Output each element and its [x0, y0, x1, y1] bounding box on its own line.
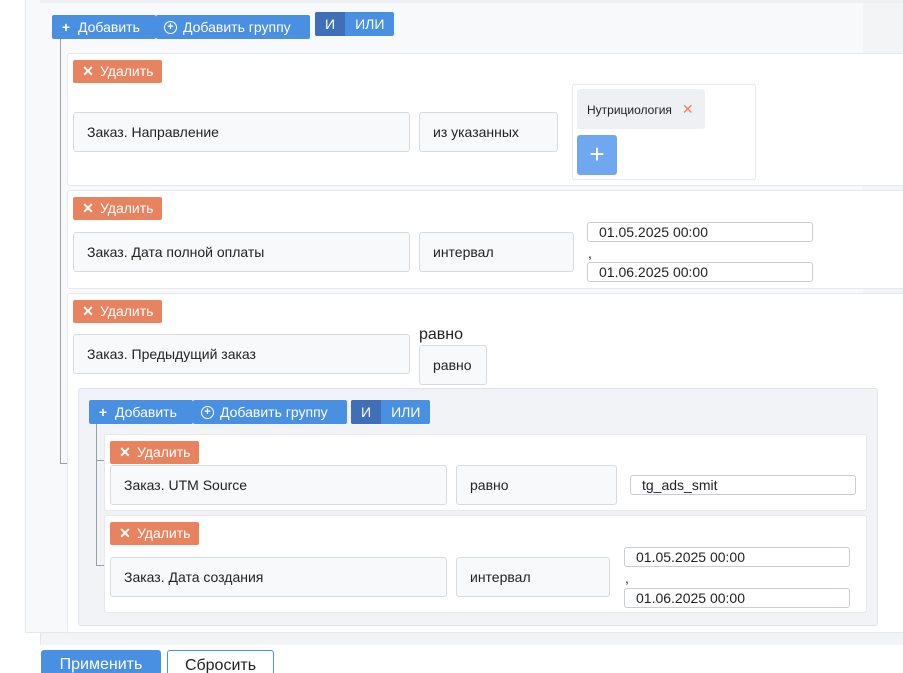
operator-select[interactable]: интервал [419, 232, 574, 272]
plus-circle-icon: + [164, 20, 177, 34]
add-rule-label: Добавить [115, 404, 177, 420]
plus-icon: + [61, 19, 71, 35]
plus-icon: + [98, 404, 108, 420]
delete-rule-button[interactable]: ✕ Удалить [110, 522, 200, 545]
tree-line [96, 424, 97, 565]
add-rule-button[interactable]: + Добавить [89, 400, 193, 424]
tag-chip: Нутрициология ✕ [577, 89, 705, 129]
and-or-toggle: И ИЛИ [315, 12, 395, 36]
delete-rule-button[interactable]: ✕ Удалить [73, 300, 163, 323]
range-separator: , [625, 570, 629, 586]
tree-line [60, 39, 61, 463]
add-rule-label: Добавить [78, 19, 140, 35]
date-to-input[interactable]: 01.06.2025 00:00 [587, 262, 813, 282]
field-select[interactable]: Заказ. Направление [73, 112, 410, 152]
date-to-input[interactable]: 01.06.2025 00:00 [624, 588, 850, 608]
tag-label: Нутрициология [587, 103, 672, 117]
add-group-button[interactable]: + Добавить группу [156, 15, 310, 39]
operator-select[interactable]: равно [419, 345, 487, 385]
close-icon: ✕ [82, 303, 94, 319]
delete-label: Удалить [100, 63, 154, 79]
delete-label: Удалить [137, 525, 191, 541]
delete-rule-button[interactable]: ✕ Удалить [110, 441, 200, 464]
close-icon: ✕ [119, 525, 131, 541]
or-toggle[interactable]: ИЛИ [345, 12, 394, 36]
field-select[interactable]: Заказ. Дата создания [110, 557, 447, 597]
delete-label: Удалить [100, 303, 154, 319]
close-icon: ✕ [82, 200, 94, 216]
add-group-label: Добавить группу [183, 19, 291, 35]
date-from-input[interactable]: 01.05.2025 00:00 [587, 222, 813, 242]
top-divider [40, 0, 903, 3]
close-icon: ✕ [119, 444, 131, 460]
or-toggle[interactable]: ИЛИ [381, 400, 430, 424]
add-rule-button[interactable]: + Добавить [52, 15, 156, 39]
and-toggle[interactable]: И [351, 400, 382, 424]
and-or-toggle: И ИЛИ [351, 400, 431, 424]
field-select[interactable]: Заказ. Предыдущий заказ [73, 334, 410, 374]
operator-caption: равно [419, 326, 464, 343]
delete-rule-button[interactable]: ✕ Удалить [73, 60, 163, 83]
delete-label: Удалить [137, 444, 191, 460]
range-separator: , [588, 245, 592, 261]
operator-select[interactable]: из указанных [419, 112, 558, 152]
and-toggle[interactable]: И [315, 12, 346, 36]
delete-label: Удалить [100, 200, 154, 216]
add-group-button[interactable]: + Добавить группу [193, 400, 347, 424]
value-input[interactable]: tg_ads_smit [630, 475, 856, 495]
reset-button[interactable]: Сбросить [167, 650, 274, 673]
operator-select[interactable]: равно [456, 465, 617, 505]
field-select[interactable]: Заказ. Дата полной оплаты [73, 232, 410, 272]
close-icon[interactable]: ✕ [682, 101, 694, 117]
field-select[interactable]: Заказ. UTM Source [110, 465, 447, 505]
add-tag-button[interactable]: + [577, 135, 617, 175]
date-from-input[interactable]: 01.05.2025 00:00 [624, 547, 850, 567]
add-group-label: Добавить группу [220, 404, 328, 420]
delete-rule-button[interactable]: ✕ Удалить [73, 197, 163, 220]
apply-button[interactable]: Применить [41, 650, 161, 673]
close-icon: ✕ [82, 63, 94, 79]
plus-circle-icon: + [201, 405, 214, 419]
operator-select[interactable]: интервал [456, 557, 610, 597]
